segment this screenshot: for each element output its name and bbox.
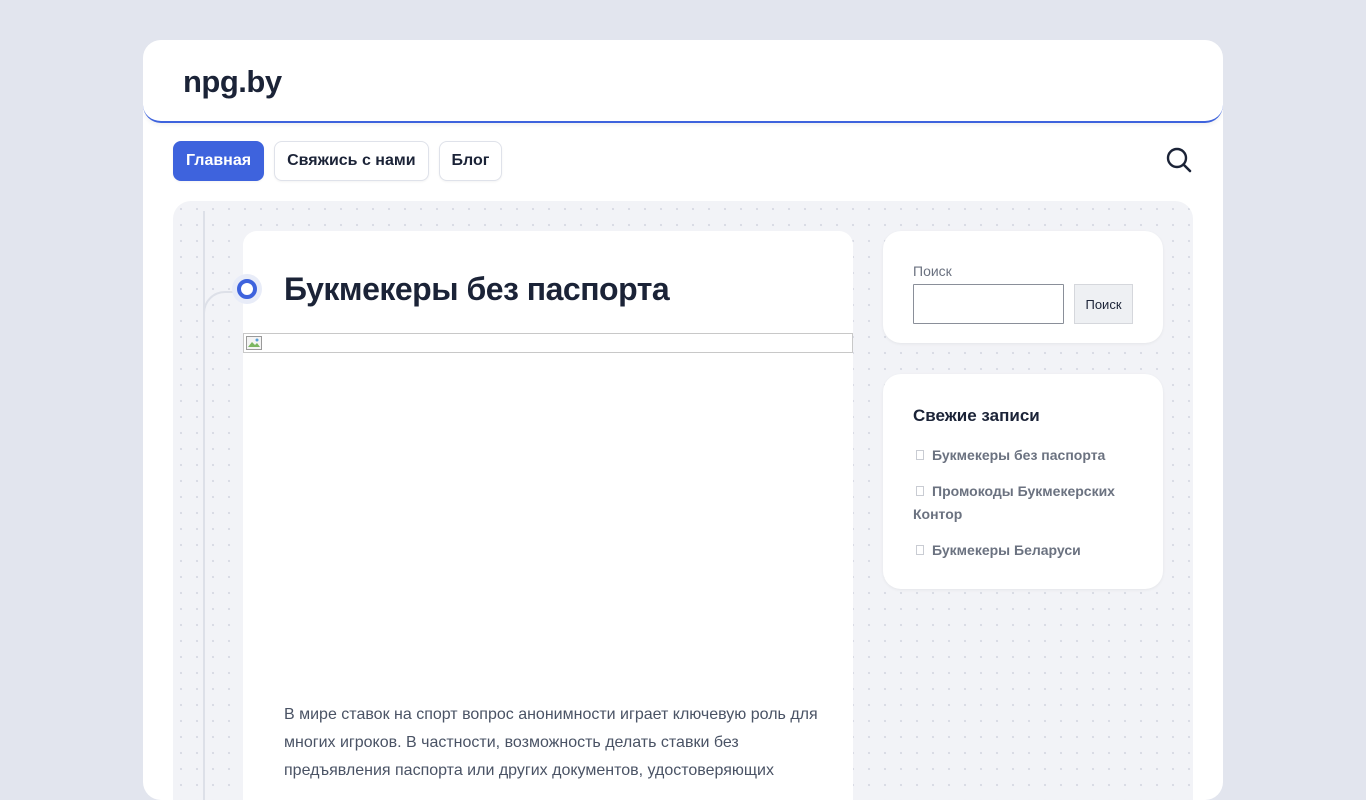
timeline-dot-icon bbox=[232, 274, 262, 304]
nav-item-home[interactable]: Главная bbox=[173, 141, 265, 181]
recent-posts-list: Букмекеры без паспорта Промокоды Букмеке… bbox=[913, 444, 1133, 575]
recent-posts-title: Свежие записи bbox=[913, 406, 1040, 425]
article-excerpt: В мире ставок на спорт вопрос анонимност… bbox=[284, 706, 818, 779]
featured-image bbox=[243, 333, 853, 353]
recent-post-link[interactable]: Букмекеры без паспорта bbox=[913, 444, 1133, 467]
search-icon[interactable] bbox=[1165, 146, 1193, 174]
search-input[interactable] bbox=[913, 284, 1064, 324]
page-container: npg.by Главная Свяжись с нами Блог Букме… bbox=[143, 40, 1223, 800]
nav-item-blog[interactable]: Блог bbox=[438, 141, 503, 181]
site-header: npg.by bbox=[143, 40, 1223, 123]
timeline-line bbox=[203, 211, 205, 800]
recent-post-label: Букмекеры Беларуси bbox=[932, 542, 1081, 558]
bullet-icon bbox=[916, 486, 924, 497]
main-nav: Главная Свяжись с нами Блог bbox=[173, 141, 503, 181]
search-icon-svg bbox=[1166, 147, 1192, 173]
nav-item-contact[interactable]: Свяжись с нами bbox=[274, 141, 429, 181]
article-title[interactable]: Букмекеры без паспорта bbox=[284, 271, 670, 308]
recent-post-link[interactable]: Промокоды Букмекерских Контор bbox=[913, 480, 1133, 526]
bullet-icon bbox=[916, 545, 924, 556]
recent-post-label: Букмекеры без паспорта bbox=[932, 447, 1106, 463]
bullet-icon bbox=[916, 450, 924, 461]
search-widget: Поиск Поиск bbox=[883, 231, 1163, 343]
search-label: Поиск bbox=[913, 263, 952, 279]
recent-posts-widget: Свежие записи Букмекеры без паспорта Про… bbox=[883, 374, 1163, 589]
recent-post-link[interactable]: Букмекеры Беларуси bbox=[913, 539, 1133, 562]
timeline-connector bbox=[203, 291, 233, 321]
content-area: Букмекеры без паспорта В мире ставок на … bbox=[173, 201, 1193, 800]
broken-image-icon bbox=[246, 336, 262, 350]
site-title-link[interactable]: npg.by bbox=[183, 64, 282, 100]
timeline-dot-ring bbox=[237, 279, 257, 299]
search-submit-button[interactable]: Поиск bbox=[1074, 284, 1133, 324]
recent-post-label: Промокоды Букмекерских Контор bbox=[913, 483, 1115, 522]
article-card: Букмекеры без паспорта В мире ставок на … bbox=[243, 231, 853, 800]
